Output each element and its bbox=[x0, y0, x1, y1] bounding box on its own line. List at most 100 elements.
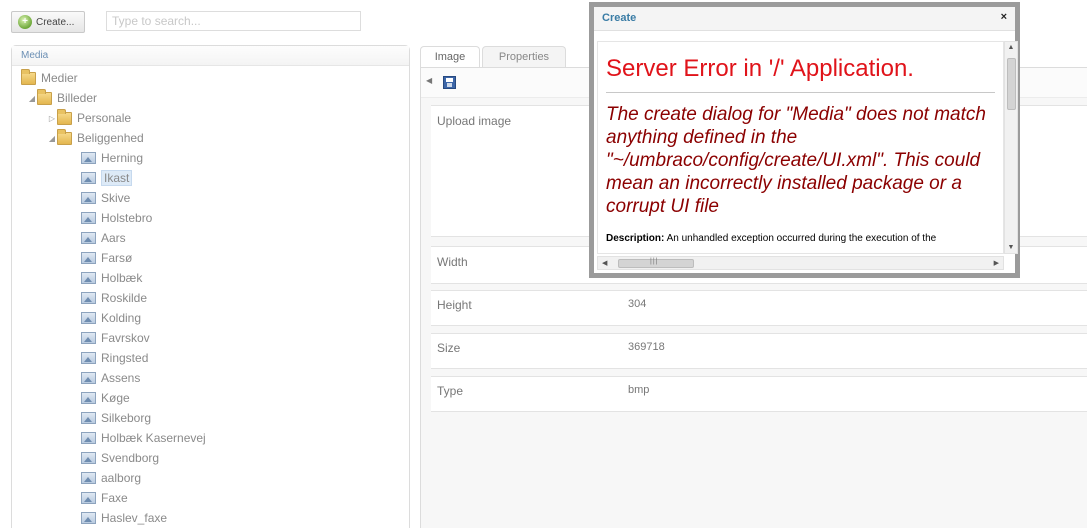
image-icon bbox=[81, 412, 96, 424]
tab-image[interactable]: Image bbox=[420, 46, 480, 68]
tree-node-image[interactable]: Farsø bbox=[81, 249, 132, 267]
tree-node-label: Skive bbox=[101, 191, 131, 205]
horizontal-scrollbar[interactable]: ◀ ||| ▶ bbox=[597, 256, 1004, 270]
tree-node-label: Billeder bbox=[57, 91, 98, 105]
tree-node-image[interactable]: Faxe bbox=[81, 489, 128, 507]
tree-node-image[interactable]: Holbæk Kasernevej bbox=[81, 429, 206, 447]
property-height: Height 304 bbox=[431, 290, 1087, 326]
property-value: 304 bbox=[628, 298, 647, 310]
create-button-label: Create... bbox=[36, 16, 75, 28]
tree-node-image[interactable]: Ringsted bbox=[81, 349, 148, 367]
tree-node-image[interactable]: Kolding bbox=[81, 309, 141, 327]
description-label: Description: bbox=[606, 233, 665, 244]
image-icon bbox=[81, 232, 96, 244]
property-value: bmp bbox=[628, 384, 650, 396]
image-icon bbox=[81, 352, 96, 364]
tree-node-billeder[interactable]: ◢ Billeder bbox=[27, 88, 98, 107]
property-size: Size 369718 bbox=[431, 333, 1087, 369]
media-tree-panel: Media Medier ◢ Billeder ▷ Personale ◢ Be… bbox=[11, 45, 410, 528]
tree-node-image[interactable]: aalborg bbox=[81, 469, 141, 487]
tree-node-label: Ringsted bbox=[101, 351, 149, 365]
tree-node-label: Holbæk bbox=[101, 271, 143, 285]
error-description: Description: An unhandled exception occu… bbox=[606, 232, 995, 245]
tree-node-image[interactable]: Silkeborg bbox=[81, 409, 151, 427]
dialog-content: Server Error in '/' Application. The cre… bbox=[597, 41, 1004, 254]
folder-icon bbox=[21, 68, 36, 85]
divider bbox=[606, 92, 995, 93]
save-icon[interactable] bbox=[443, 76, 456, 89]
image-icon bbox=[81, 292, 96, 304]
tree-node-image[interactable]: Svendborg bbox=[81, 449, 159, 467]
image-icon bbox=[81, 252, 96, 264]
image-icon bbox=[81, 312, 96, 324]
tree-node-label: Svendborg bbox=[101, 451, 160, 465]
tree-node-image[interactable]: Køge bbox=[81, 389, 130, 407]
add-icon: + bbox=[18, 15, 32, 29]
image-icon bbox=[81, 272, 96, 284]
property-label: Size bbox=[437, 341, 461, 355]
tree-node-image[interactable]: Haslev_faxe bbox=[81, 509, 167, 527]
tree-node-label: Beliggenhed bbox=[77, 131, 144, 145]
property-label: Upload image bbox=[437, 114, 512, 128]
image-icon bbox=[81, 392, 96, 404]
tree-node-label: Herning bbox=[101, 151, 144, 165]
image-icon bbox=[81, 432, 96, 444]
tree-node-label: Holstebro bbox=[101, 211, 153, 225]
close-icon[interactable]: × bbox=[1001, 12, 1007, 23]
vertical-scrollbar[interactable]: ▲ ▼ bbox=[1004, 41, 1018, 254]
tree-node-label: Medier bbox=[41, 71, 78, 85]
tab-properties[interactable]: Properties bbox=[482, 46, 566, 68]
description-text: An unhandled exception occurred during t… bbox=[666, 233, 937, 244]
collapse-arrow-icon[interactable]: ◢ bbox=[27, 94, 37, 103]
image-icon bbox=[81, 192, 96, 204]
tree-node-image[interactable]: Favrskov bbox=[81, 329, 150, 347]
dialog-header: Create × bbox=[594, 7, 1015, 31]
scrollbar-thumb[interactable] bbox=[1007, 58, 1016, 110]
tree-node-medier[interactable]: Medier bbox=[21, 68, 78, 87]
tree-node-personale[interactable]: ▷ Personale bbox=[47, 108, 131, 127]
tree-node-label: Favrskov bbox=[101, 331, 150, 345]
tree-node-label: Aars bbox=[101, 231, 126, 245]
tree-node-label: Kolding bbox=[101, 311, 142, 325]
image-icon bbox=[81, 332, 96, 344]
scrollbar-grip-icon: ||| bbox=[650, 258, 659, 265]
tree-node-beliggenhed[interactable]: ◢ Beliggenhed bbox=[47, 128, 144, 147]
image-icon bbox=[81, 472, 96, 484]
tree-node-image[interactable]: Ikast bbox=[81, 169, 133, 187]
image-icon bbox=[81, 512, 96, 524]
image-icon bbox=[81, 492, 96, 504]
tree-node-image[interactable]: Assens bbox=[81, 369, 140, 387]
scroll-down-icon[interactable]: ▼ bbox=[1005, 244, 1017, 251]
toolbar-arrow-icon[interactable]: ◀ bbox=[426, 76, 432, 85]
tree-node-image[interactable]: Roskilde bbox=[81, 289, 147, 307]
tree-title: Media bbox=[12, 46, 409, 66]
property-value: 369718 bbox=[628, 341, 665, 353]
create-dialog: Create × Server Error in '/' Application… bbox=[589, 2, 1020, 278]
scroll-left-icon[interactable]: ◀ bbox=[602, 259, 607, 267]
tree-node-image[interactable]: Holbæk bbox=[81, 269, 142, 287]
scroll-up-icon[interactable]: ▲ bbox=[1005, 44, 1017, 51]
tree-node-label: Faxe bbox=[101, 491, 128, 505]
tree-node-image[interactable]: Skive bbox=[81, 189, 130, 207]
tree-node-label: Assens bbox=[101, 371, 141, 385]
property-label: Width bbox=[437, 255, 468, 269]
image-icon bbox=[81, 172, 96, 184]
image-icon bbox=[81, 212, 96, 224]
tree-node-label: Roskilde bbox=[101, 291, 148, 305]
property-type: Type bmp bbox=[431, 376, 1087, 412]
tree-node-label: Ikast bbox=[101, 170, 133, 186]
error-title: Server Error in '/' Application. bbox=[606, 55, 914, 82]
collapse-arrow-icon[interactable]: ◢ bbox=[47, 134, 57, 143]
folder-icon bbox=[57, 108, 72, 125]
dialog-title: Create bbox=[602, 12, 637, 24]
tree-node-image[interactable]: Herning bbox=[81, 149, 143, 167]
tree-node-label: aalborg bbox=[101, 471, 142, 485]
tree-node-image[interactable]: Aars bbox=[81, 229, 126, 247]
expand-arrow-icon[interactable]: ▷ bbox=[47, 114, 57, 123]
tree-node-label: Farsø bbox=[101, 251, 133, 265]
create-button[interactable]: + Create... bbox=[11, 11, 85, 33]
property-label: Height bbox=[437, 298, 472, 312]
tree-node-image[interactable]: Holstebro bbox=[81, 209, 152, 227]
scroll-right-icon[interactable]: ▶ bbox=[994, 259, 999, 267]
search-input[interactable] bbox=[106, 11, 361, 31]
